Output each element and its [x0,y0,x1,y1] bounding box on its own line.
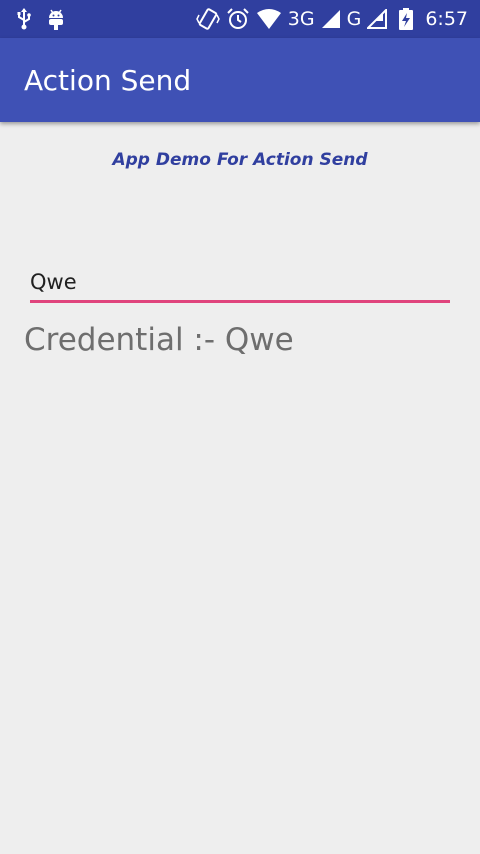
network-type-2: G [346,8,362,30]
signal-icon [321,9,341,29]
alarm-icon [226,7,250,31]
main-content: App Demo For Action Send Credential :- Q… [0,122,480,358]
vibrate-icon [195,7,220,31]
network-type-1: 3G [287,8,315,30]
status-bar: 3G G 6:57 [0,0,480,38]
status-right: 3G G 6:57 [195,7,480,31]
credential-text: Credential :- Qwe [24,322,294,358]
status-time: 6:57 [425,8,468,30]
app-bar: Action Send [0,38,480,122]
page-subtitle: App Demo For Action Send [112,150,368,170]
status-left [0,8,66,30]
wifi-icon [256,8,282,30]
android-debug-icon [46,8,66,30]
credential-input[interactable] [30,270,450,303]
signal-icon-2 [367,9,388,29]
input-wrapper [30,270,450,303]
battery-charging-icon [399,8,414,30]
usb-icon [16,8,32,30]
app-title: Action Send [24,63,192,97]
